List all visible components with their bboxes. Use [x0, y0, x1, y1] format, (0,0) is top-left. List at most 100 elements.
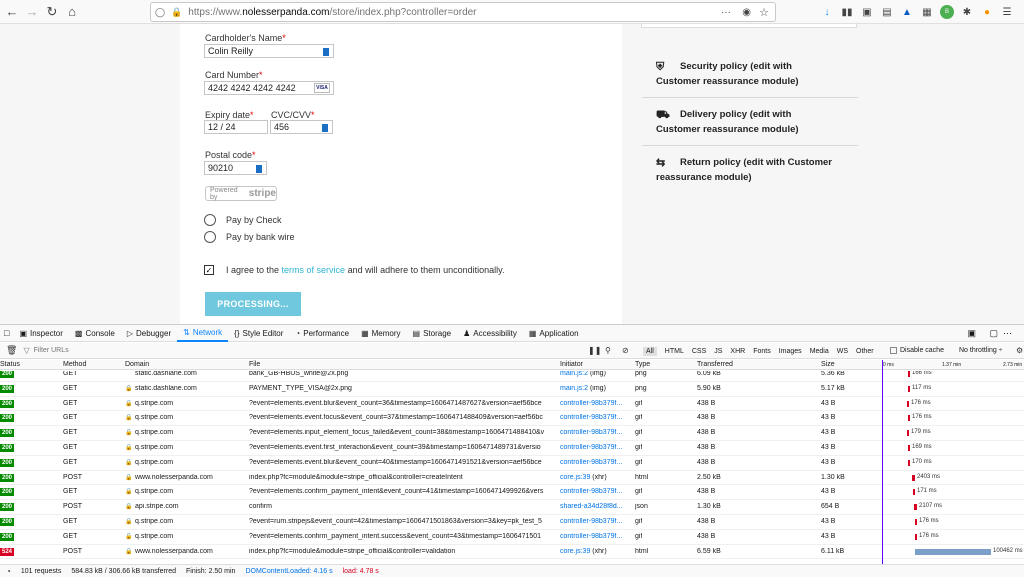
tab-style-editor[interactable]: {} Style Editor: [228, 324, 289, 342]
table-row[interactable]: 200 🔒 POST www.nolesserpanda.com index.php?f…: [0, 471, 1024, 486]
bookmark-star-icon[interactable]: ☆: [759, 6, 769, 19]
cell-domain: q.stripe.com: [135, 518, 174, 525]
initiator-link[interactable]: shared-a34d28f8d...: [560, 503, 623, 510]
search-icon[interactable]: ⚲: [605, 346, 611, 355]
tab-inspector[interactable]: ▣ Inspector: [13, 324, 68, 342]
reader-icon[interactable]: ▤: [880, 5, 894, 19]
home-icon[interactable]: ⌂: [62, 2, 82, 22]
tab-performance[interactable]: ◔ Performance: [289, 324, 355, 342]
initiator-link[interactable]: controller-98b379f...: [560, 429, 622, 436]
table-row[interactable]: 200 🔒 GET static.dashlane.com PAYMENT_TYPE_V…: [0, 382, 1024, 397]
library-icon[interactable]: ▮▮: [840, 5, 854, 19]
postal-input[interactable]: 90210: [204, 161, 267, 175]
initiator-link[interactable]: controller-98b379f...: [560, 400, 622, 407]
table-row[interactable]: 200 🔒 GET q.stripe.com ?event=elements.event…: [0, 397, 1024, 412]
tab-application[interactable]: ▦ Application: [523, 324, 585, 342]
tab-debugger[interactable]: ▷ Debugger: [121, 324, 177, 342]
cardholder-input[interactable]: Colin Reilly: [204, 44, 334, 58]
col-file[interactable]: File: [249, 361, 260, 368]
table-row[interactable]: 200 🔒 GET q.stripe.com ?event=elements.event…: [0, 411, 1024, 427]
sidebar-icon[interactable]: ▣: [860, 5, 874, 19]
download-icon[interactable]: ↓: [820, 5, 834, 19]
pocket-icon[interactable]: ◉: [742, 7, 751, 18]
filter-css[interactable]: CSS: [692, 348, 706, 355]
processing-button[interactable]: PROCESSING...: [205, 292, 301, 316]
settings-icon[interactable]: ⚙: [1016, 346, 1023, 355]
col-initiator[interactable]: Initiator: [560, 361, 583, 368]
table-row[interactable]: 200 🔒 POST api.stripe.com confirm json 1.30 kB…: [0, 500, 1024, 515]
radio-button[interactable]: [204, 231, 216, 243]
dock-icon[interactable]: ▢: [989, 328, 998, 339]
col-domain[interactable]: Domain: [125, 361, 149, 368]
responsive-icon[interactable]: ▣: [967, 328, 976, 339]
filter-other[interactable]: Other: [856, 348, 874, 355]
filter-images[interactable]: Images: [779, 348, 802, 355]
col-size[interactable]: Size: [821, 361, 835, 368]
expiry-input[interactable]: 12 / 24: [204, 120, 268, 134]
extensions-icon[interactable]: ✱: [960, 5, 974, 19]
initiator-link[interactable]: core.js:39: [560, 548, 590, 555]
filter-js[interactable]: JS: [714, 348, 722, 355]
col-status[interactable]: Status: [0, 361, 20, 368]
page-actions-icon[interactable]: ···: [721, 7, 731, 18]
table-row[interactable]: 200 🔒 GET q.stripe.com ?event=elements.input…: [0, 426, 1024, 441]
trash-icon[interactable]: 🗑: [0, 345, 23, 356]
initiator-link[interactable]: controller-98b379f...: [560, 533, 622, 540]
table-row[interactable]: 200 🔒 GET q.stripe.com ?event=elements.confi…: [0, 530, 1024, 545]
tab-console[interactable]: ▩ Console: [69, 324, 121, 342]
terms-checkbox[interactable]: ✓: [204, 265, 214, 275]
initiator-link[interactable]: controller-98b379f...: [560, 518, 622, 525]
col-method[interactable]: Method: [63, 361, 86, 368]
initiator-link[interactable]: controller-98b379f...: [560, 459, 622, 466]
profile-icon[interactable]: ●: [980, 5, 994, 19]
table-row[interactable]: 200 🔒 GET q.stripe.com ?event=elements.event…: [0, 441, 1024, 456]
disable-cache-toggle[interactable]: Disable cache: [890, 347, 944, 354]
table-row[interactable]: 200 🔒 GET q.stripe.com ?event=rum.stripejs&e…: [0, 515, 1024, 530]
card-number-input[interactable]: 4242 4242 4242 4242 VISA: [204, 81, 334, 95]
filter-media[interactable]: Media: [810, 348, 829, 355]
throttling-select[interactable]: No throttling ÷: [959, 347, 1003, 354]
tab-network[interactable]: ⇅ Network: [177, 324, 229, 342]
element-picker-icon[interactable]: □: [0, 328, 13, 338]
filter-html[interactable]: HTML: [665, 348, 684, 355]
initiator-link[interactable]: main.js:2: [560, 371, 588, 377]
performance-analysis-icon[interactable]: ◔: [6, 567, 11, 576]
screenshot-icon[interactable]: ▦: [920, 5, 934, 19]
col-transferred[interactable]: Transferred: [697, 361, 733, 368]
initiator-link[interactable]: controller-98b379f...: [560, 488, 622, 495]
filter-ws[interactable]: WS: [837, 348, 848, 355]
filter-xhr[interactable]: XHR: [730, 348, 745, 355]
tab-memory[interactable]: ▦ Memory: [355, 324, 406, 342]
col-type[interactable]: Type: [635, 361, 650, 368]
dashlane-icon[interactable]: ▲: [900, 5, 914, 19]
filter-urls-input[interactable]: Filter URLs: [34, 347, 69, 354]
table-row[interactable]: 200 GET static.dashlane.com bank_GB-HBUS_wh…: [0, 371, 1024, 382]
more-options-icon[interactable]: ⋯: [1003, 328, 1012, 339]
cvc-input[interactable]: 456: [270, 120, 333, 134]
table-row[interactable]: 200 🔒 GET q.stripe.com ?event=elements.confi…: [0, 485, 1024, 501]
table-row[interactable]: 200 🔒 GET q.stripe.com ?event=elements.event…: [0, 456, 1024, 471]
tab-storage[interactable]: ▤ Storage: [407, 324, 458, 342]
disable-cache-checkbox[interactable]: [890, 347, 897, 354]
tab-accessibility[interactable]: ♟ Accessibility: [457, 324, 523, 342]
initiator-link[interactable]: core.js:39: [560, 474, 590, 481]
forward-icon[interactable]: →: [22, 2, 42, 22]
table-row[interactable]: 524 🔒 POST www.nolesserpanda.com index.php?f…: [0, 545, 1024, 560]
pause-icon[interactable]: ❚❚: [588, 346, 601, 355]
powered-by-stripe-badge[interactable]: Powered by stripe: [205, 186, 277, 201]
menu-icon[interactable]: ☰: [1000, 5, 1014, 19]
extension-icon[interactable]: B: [940, 5, 954, 19]
initiator-link[interactable]: controller-98b379f...: [560, 444, 622, 451]
back-icon[interactable]: ←: [2, 2, 22, 22]
initiator-link[interactable]: controller-98b379f...: [560, 414, 622, 421]
terms-link[interactable]: terms of service: [282, 265, 346, 275]
pay-by-wire-option[interactable]: Pay by bank wire: [204, 231, 295, 243]
filter-fonts[interactable]: Fonts: [753, 348, 771, 355]
reload-icon[interactable]: ↻: [42, 2, 62, 22]
url-bar[interactable]: ◯ 🔒 https://www. nolesserpanda.com/store/…: [150, 2, 776, 22]
radio-button[interactable]: [204, 214, 216, 226]
pay-by-check-option[interactable]: Pay by Check: [204, 214, 282, 226]
filter-all[interactable]: All: [643, 346, 657, 356]
block-icon[interactable]: ⊘: [622, 346, 629, 355]
initiator-link[interactable]: main.js:2: [560, 385, 588, 392]
